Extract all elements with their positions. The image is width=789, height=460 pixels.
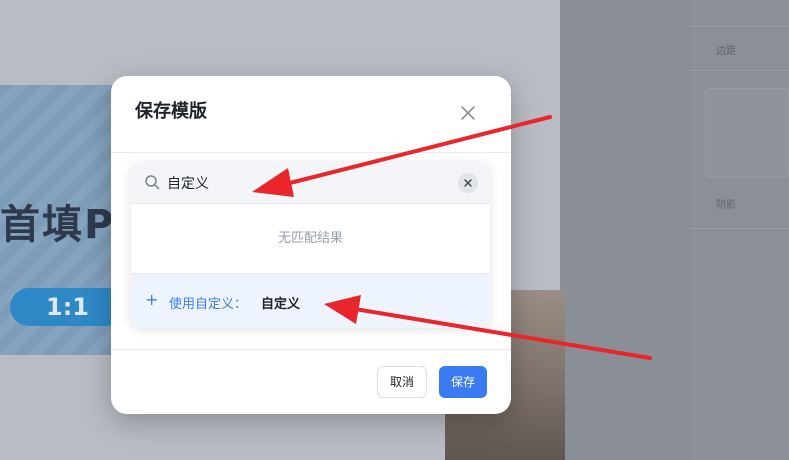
close-icon [461,106,475,120]
header-divider [111,152,511,153]
use-custom-option[interactable]: + 使用自定义： 自定义 [131,273,490,328]
template-name-dropdown: 无匹配结果 + 使用自定义： 自定义 [131,162,490,328]
search-row [131,162,490,204]
panel-label-shadow: 阴影 [716,200,736,211]
panel-input-box [705,88,789,178]
search-input[interactable] [167,171,447,195]
clear-search-button[interactable] [458,173,478,193]
save-template-dialog: 保存模版 无匹配结果 + 使用自定义： 自定义 取消 保存 [111,76,511,414]
no-result-message: 无匹配结果 [277,231,343,246]
save-button[interactable]: 保存 [439,366,487,398]
cancel-button[interactable]: 取消 [377,366,427,398]
close-button[interactable] [458,103,478,123]
dialog-title: 保存模版 [135,101,207,122]
use-custom-label: 使用自定义： [169,297,248,312]
use-custom-value: 自定义 [261,297,301,312]
footer-divider [111,349,511,350]
panel-label-margin: 边距 [716,46,736,57]
canvas-ratio-pill: 1:1 [10,288,125,326]
clear-icon [464,179,472,187]
properties-panel [690,0,789,460]
search-icon [145,175,160,190]
plus-icon: + [145,290,159,309]
